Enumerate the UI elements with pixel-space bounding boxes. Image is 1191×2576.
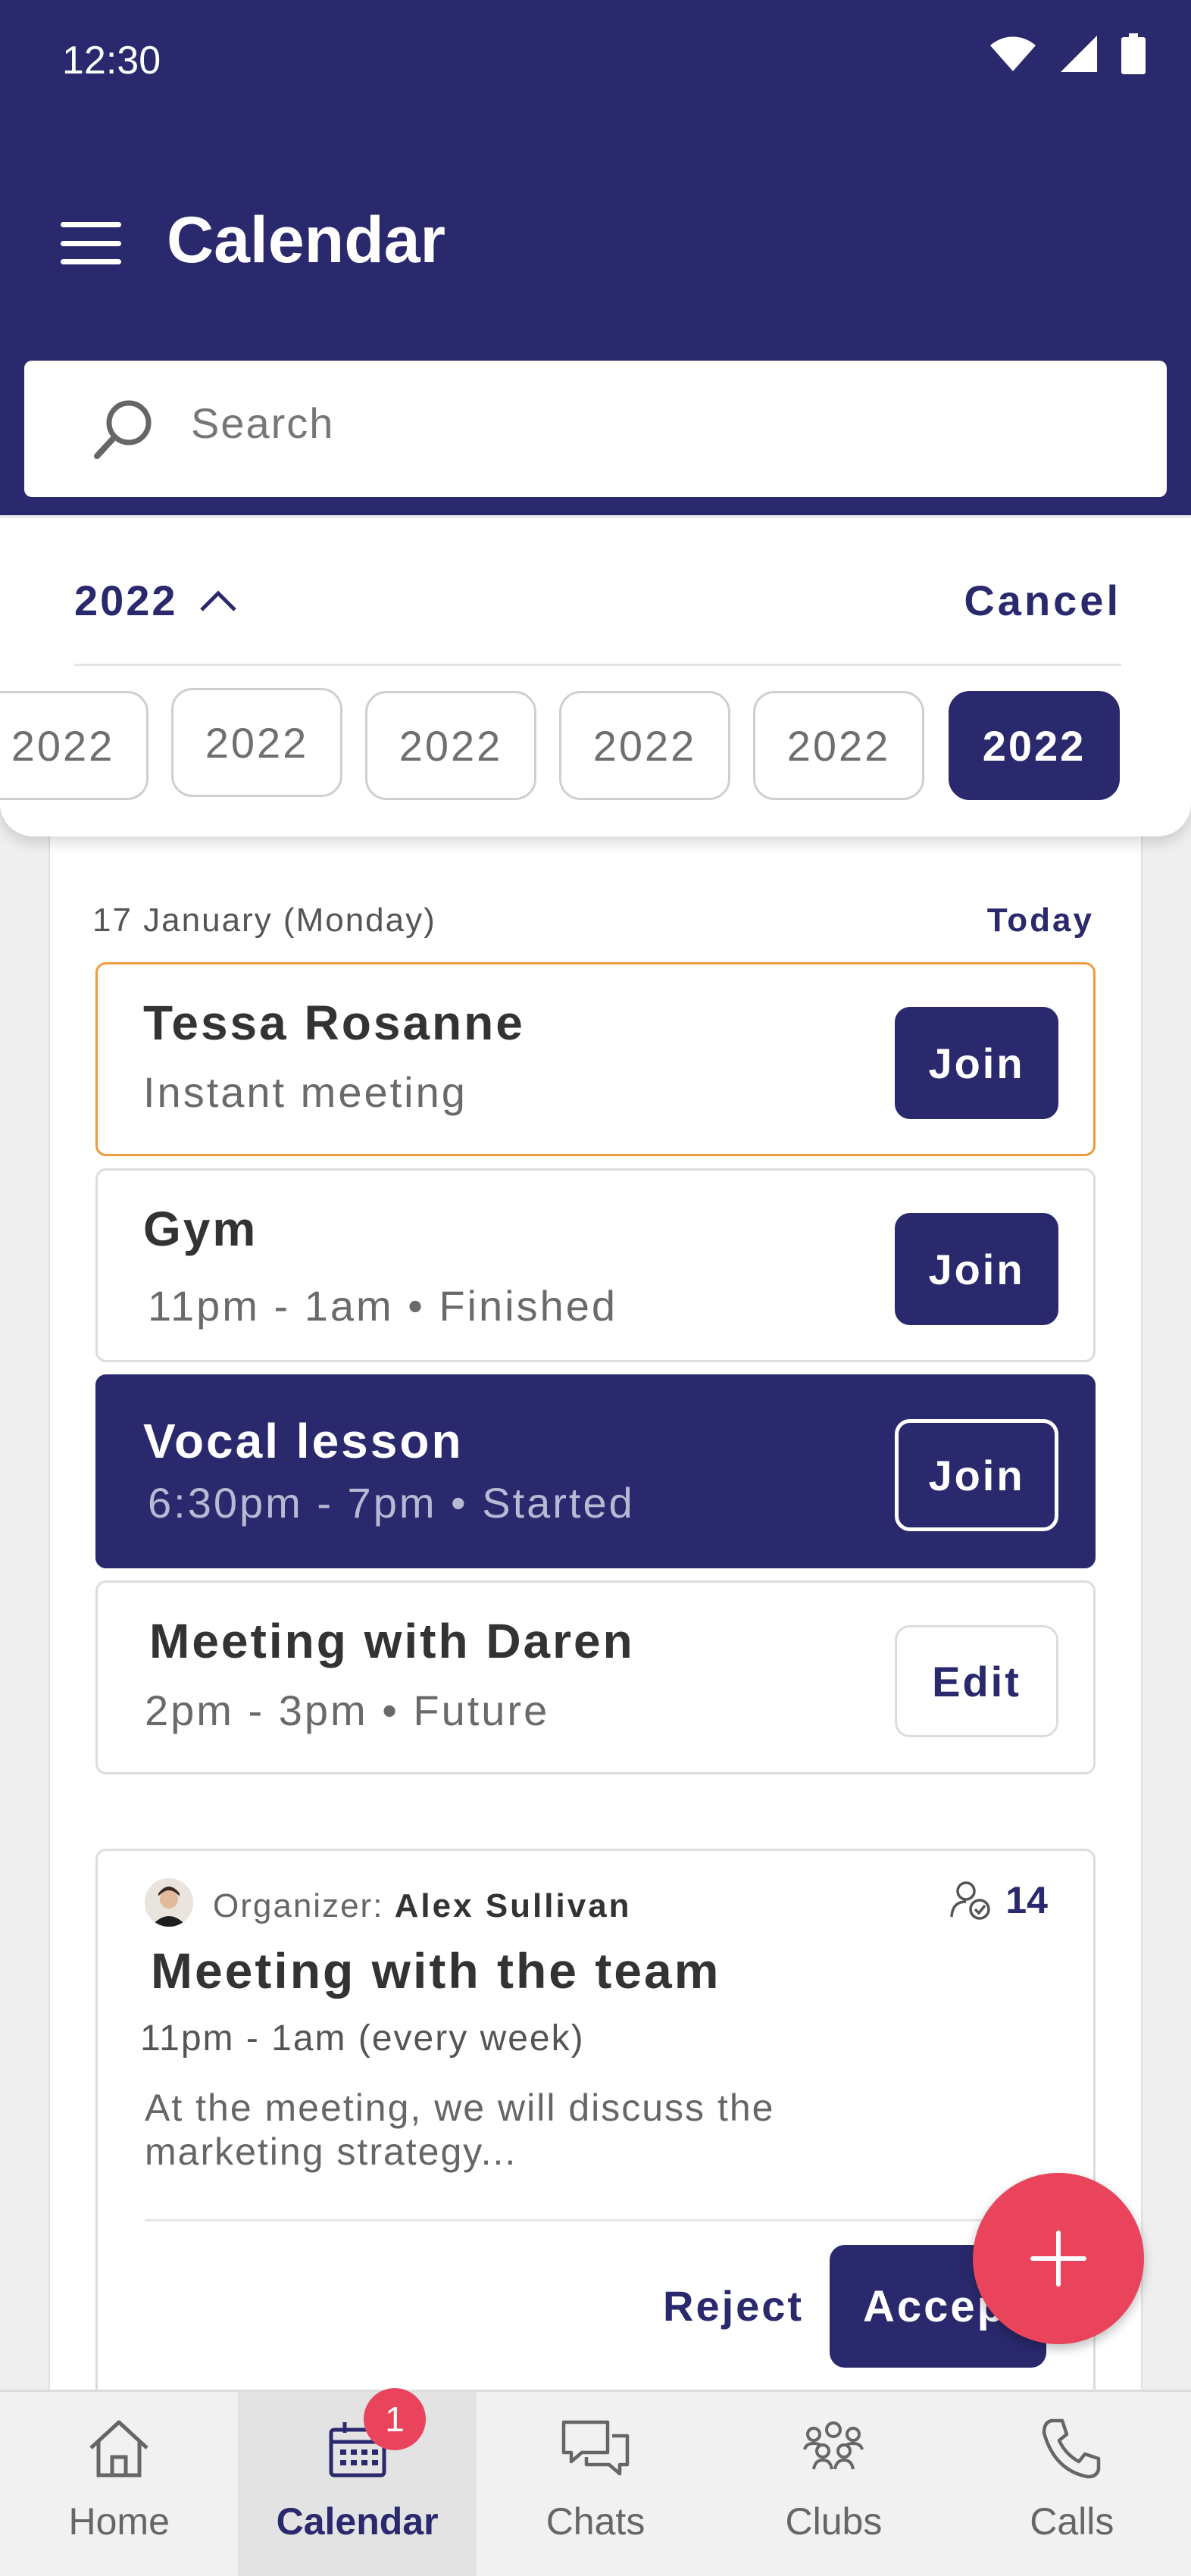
group-icon [803, 2421, 864, 2470]
search-bar[interactable] [24, 361, 1167, 497]
home-icon [89, 2420, 148, 2478]
phone-icon [1042, 2418, 1101, 2479]
organizer: Organizer: Alex Sullivan [213, 1887, 632, 1925]
event-title: Gym [143, 1202, 258, 1256]
join-button[interactable]: Join [895, 1419, 1058, 1531]
nav-clubs[interactable]: Clubs [714, 2392, 952, 2576]
join-button[interactable]: Join [895, 1007, 1058, 1119]
cancel-button[interactable]: Cancel [964, 576, 1121, 625]
reject-button[interactable]: Reject [663, 2281, 804, 2331]
attendees: 14 [949, 1878, 1048, 1922]
event-title: Tessa Rosanne [143, 996, 525, 1050]
join-button[interactable]: Join [895, 1213, 1058, 1325]
event-subtitle: 2pm - 3pm • Future [145, 1687, 550, 1734]
nav-label: Chats [545, 2500, 646, 2543]
nav-label: Calls [1030, 2500, 1114, 2543]
page-title: Calendar [167, 204, 446, 277]
current-year: 2022 [74, 577, 178, 624]
event-title: Meeting with Daren [149, 1614, 635, 1668]
chat-icon [561, 2420, 630, 2476]
avatar [145, 1878, 193, 1927]
bottom-nav: Home Calendar Chats Clubs Calls [0, 2390, 1191, 2576]
divider [74, 664, 1121, 666]
add-event-button[interactable] [973, 2173, 1144, 2344]
nav-chats[interactable]: Chats [477, 2392, 714, 2576]
status-icons [989, 33, 1146, 74]
invitation-title: Meeting with the team [151, 1943, 721, 1999]
year-chip[interactable]: 2022 [0, 691, 148, 800]
year-picker: 2022 Cancel 2022 2022 2022 2022 2022 202… [0, 518, 1191, 836]
year-chip[interactable]: 2022 [753, 691, 924, 800]
chevron-up-icon [199, 589, 236, 611]
search-icon [94, 400, 152, 459]
plus-icon [1030, 2231, 1086, 2287]
today-label: Today [986, 902, 1094, 939]
year-chip[interactable]: 2022 [559, 691, 730, 800]
attendee-count: 14 [1005, 1879, 1048, 1921]
nav-label: Calendar [276, 2500, 439, 2543]
nav-calls[interactable]: Calls [953, 2392, 1191, 2576]
edit-button[interactable]: Edit [895, 1625, 1058, 1737]
nav-label: Clubs [785, 2500, 883, 2543]
invitation-description: At the meeting, we will discuss the mark… [145, 2087, 775, 2173]
nav-label: Home [68, 2500, 170, 2543]
event-card[interactable]: Tessa Rosanne Instant meeting Join [95, 962, 1096, 1156]
divider [145, 2219, 1048, 2221]
organizer-name: Alex Sullivan [394, 1887, 632, 1924]
attendee-check-icon [950, 1881, 991, 1920]
event-card[interactable]: Meeting with Daren 2pm - 3pm • Future Ed… [95, 1580, 1096, 1774]
search-input[interactable] [191, 399, 1100, 448]
year-chip[interactable]: 2022 [365, 691, 536, 800]
signal-icon [1061, 36, 1097, 72]
year-chip-selected[interactable]: 2022 [949, 691, 1120, 800]
notification-badge: 1 [364, 2388, 426, 2450]
date-label: 17 January (Monday) [92, 902, 436, 939]
event-card-active[interactable]: Vocal lesson 6:30pm - 7pm • Started Join [95, 1374, 1096, 1568]
battery-icon [1121, 33, 1146, 74]
event-title: Vocal lesson [143, 1414, 464, 1468]
nav-calendar[interactable]: Calendar [238, 2392, 477, 2576]
event-subtitle: Instant meeting [143, 1068, 467, 1116]
year-chip[interactable]: 2022 [171, 688, 342, 797]
event-card[interactable]: Gym 11pm - 1am • Finished Join [95, 1168, 1096, 1362]
status-time: 12:30 [62, 39, 161, 83]
wifi-icon [990, 36, 1036, 71]
organizer-label: Organizer: [213, 1887, 384, 1924]
event-subtitle: 11pm - 1am • Finished [148, 1282, 618, 1330]
year-toggle[interactable]: 2022 [74, 576, 237, 625]
app-bar: 12:30 Calendar [0, 0, 1191, 515]
event-subtitle: 6:30pm - 7pm • Started [148, 1479, 635, 1527]
invitation-time: 11pm - 1am (every week) [140, 2018, 585, 2059]
menu-button[interactable] [61, 222, 121, 264]
nav-home[interactable]: Home [0, 2392, 238, 2576]
